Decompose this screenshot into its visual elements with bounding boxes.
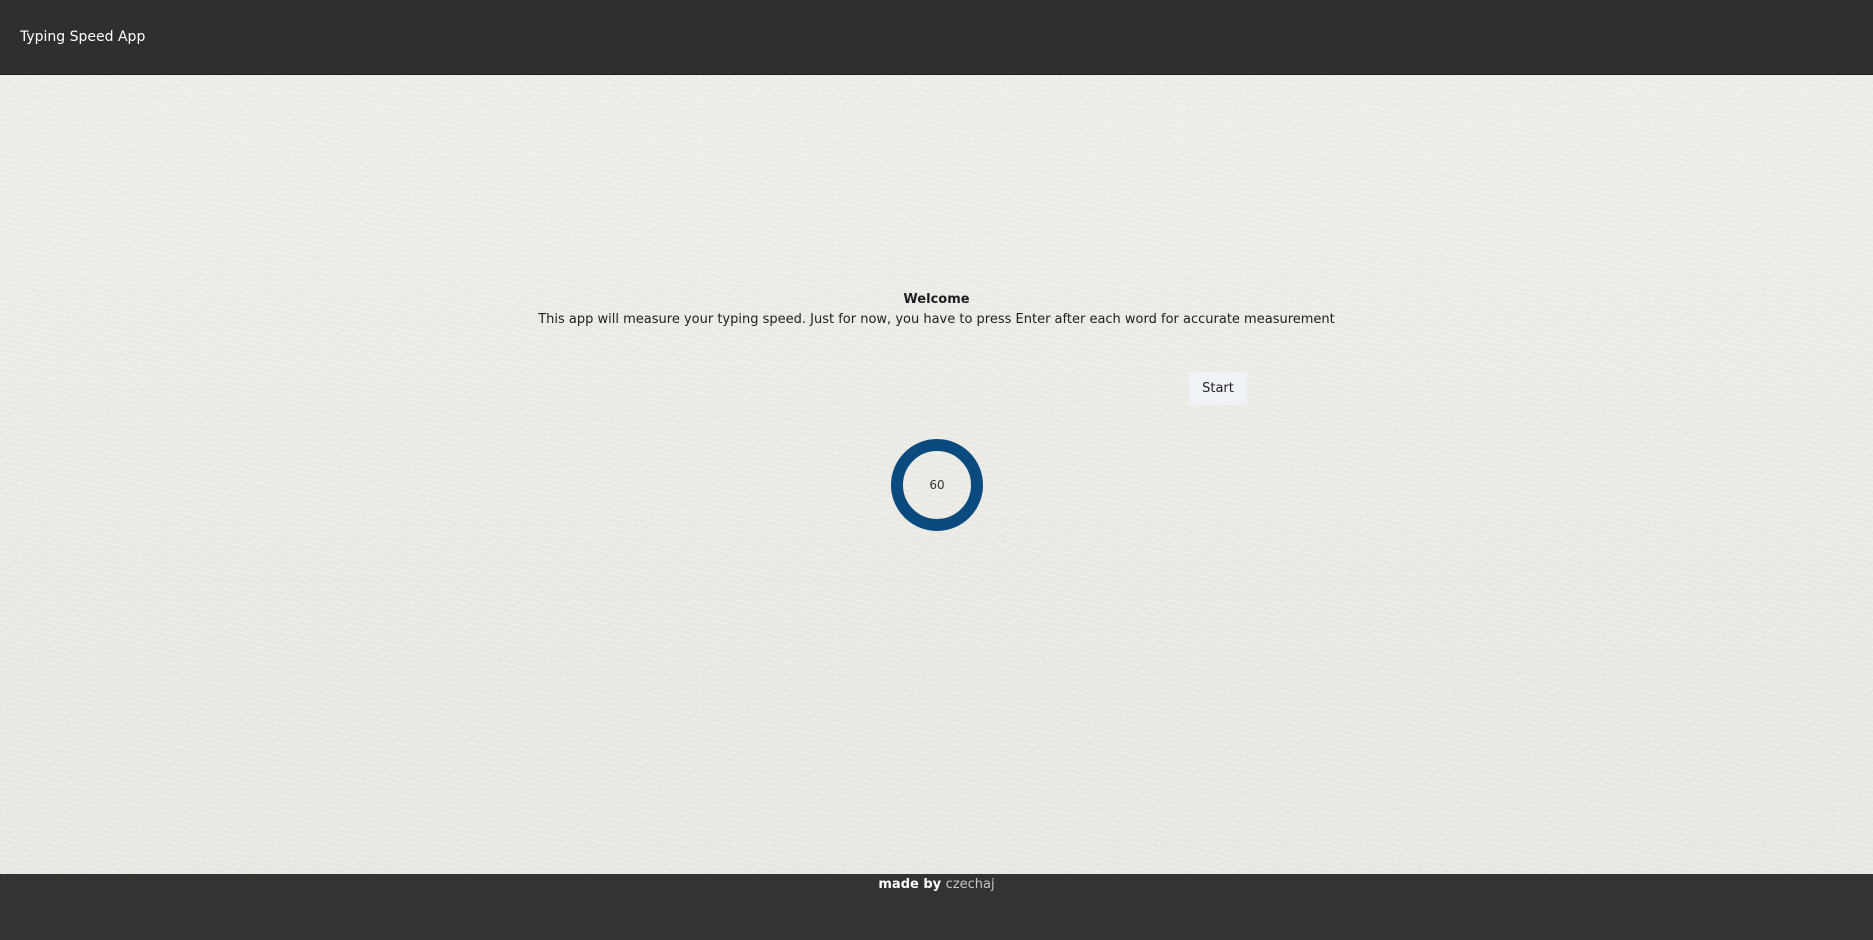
app-footer: made by czechaj bbox=[0, 874, 1873, 940]
footer-credit: made by czechaj bbox=[0, 877, 1873, 892]
start-button[interactable]: Start bbox=[1189, 372, 1247, 405]
app-title-link[interactable]: Typing Speed App bbox=[20, 29, 145, 45]
welcome-heading: Welcome bbox=[903, 292, 970, 307]
countdown-timer-value: 60 bbox=[929, 478, 945, 492]
made-by-label: made by bbox=[878, 877, 942, 892]
welcome-description: This app will measure your typing speed.… bbox=[538, 312, 1335, 327]
countdown-timer-ring: 60 bbox=[891, 439, 983, 531]
author-link[interactable]: czechaj bbox=[946, 877, 995, 892]
app-header: Typing Speed App bbox=[0, 0, 1873, 75]
main-content: Welcome This app will measure your typin… bbox=[0, 75, 1873, 874]
typing-speed-app: Typing Speed App Welcome This app will m… bbox=[0, 0, 1873, 940]
